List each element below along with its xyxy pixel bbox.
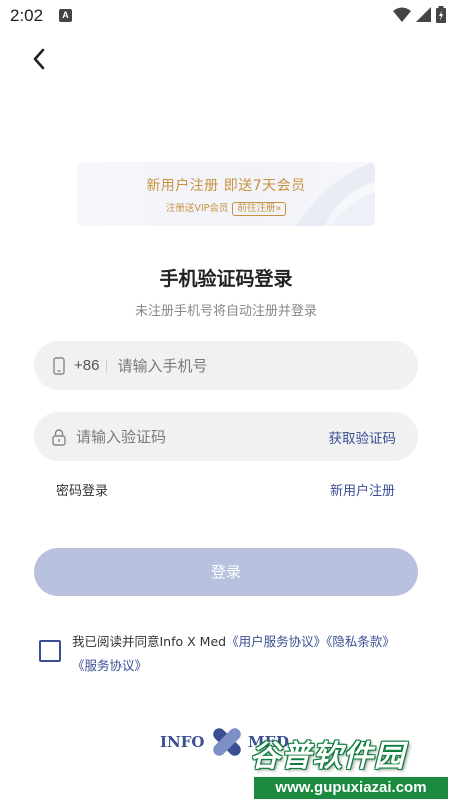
- back-button[interactable]: [24, 44, 54, 74]
- agreement-text: 我已阅读并同意Info X Med《用户服务协议》《隐私条款》《服务协议》: [72, 630, 422, 678]
- privacy-policy-link[interactable]: 《隐私条款》: [326, 634, 395, 649]
- watermark-title: 谷普软件园: [250, 739, 405, 774]
- lock-icon: [52, 428, 66, 446]
- battery-icon: [436, 6, 446, 23]
- page-subtitle: 未注册手机号将自动注册并登录: [134, 304, 317, 319]
- chevron-left-icon: [33, 48, 45, 70]
- agreement-checkbox[interactable]: [39, 640, 61, 662]
- logo-cross-icon: [213, 728, 241, 756]
- agreement-prefix: 我已阅读并同意Info X Med: [72, 634, 227, 649]
- code-field[interactable]: 获取验证码: [34, 412, 418, 461]
- login-button[interactable]: 登录: [34, 548, 418, 596]
- wifi-icon: [393, 7, 411, 22]
- user-service-agreement-link[interactable]: 《用户服务协议》: [226, 634, 326, 649]
- country-code[interactable]: +86: [74, 357, 99, 374]
- divider: [106, 358, 108, 373]
- promo-title: 新用户注册 即送7天会员: [146, 178, 306, 194]
- password-login-link[interactable]: 密码登录: [56, 480, 108, 499]
- status-bar: 2:02 A: [0, 0, 452, 32]
- code-input[interactable]: [76, 427, 329, 446]
- watermark-url: www.gupuxiazai.com: [254, 777, 448, 799]
- watermark: 谷普软件园 www.gupuxiazai.com: [248, 731, 450, 801]
- notification-icon: A: [59, 9, 72, 22]
- brand-logo-left: INFO: [160, 733, 205, 751]
- promo-subtitle: 注册送VIP会员 前往注册»: [77, 200, 375, 216]
- status-time: 2:02: [10, 6, 44, 25]
- get-code-button[interactable]: 获取验证码: [329, 427, 397, 447]
- promo-register-button[interactable]: 前往注册»: [232, 202, 287, 216]
- phone-icon: [52, 356, 66, 375]
- status-icons: [393, 6, 446, 23]
- phone-input[interactable]: [117, 356, 418, 375]
- new-user-register-link[interactable]: 新用户注册: [330, 480, 395, 499]
- promo-banner[interactable]: 新用户注册 即送7天会员 注册送VIP会员 前往注册»: [77, 162, 375, 226]
- promo-subtitle-text: 注册送VIP会员: [165, 203, 229, 214]
- phone-field[interactable]: +86: [34, 341, 418, 390]
- signal-icon: [416, 7, 431, 22]
- page-title: 手机验证码登录: [159, 268, 293, 290]
- service-agreement-link[interactable]: 《服务协议》: [72, 658, 147, 673]
